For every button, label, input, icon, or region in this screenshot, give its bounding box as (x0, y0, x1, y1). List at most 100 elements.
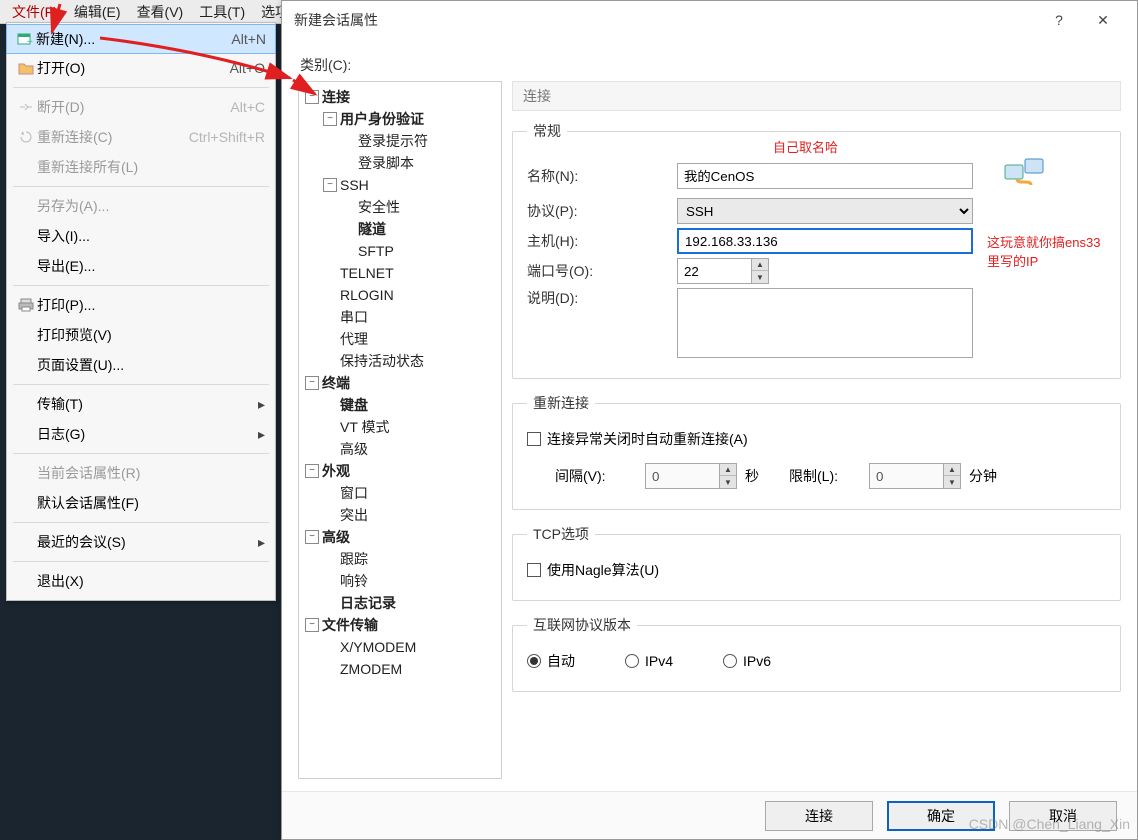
menu-item-label: 重新连接(C) (37, 127, 189, 147)
name-input[interactable] (677, 163, 973, 189)
menu-item-label: 打开(O) (37, 58, 230, 78)
tree-node-appearance[interactable]: 外观 (322, 461, 350, 481)
tree-node-security[interactable]: 安全性 (358, 197, 400, 217)
stepper-down-icon: ▼ (720, 476, 736, 488)
stepper-up-icon: ▲ (720, 464, 736, 476)
tree-node-trace[interactable]: 跟踪 (340, 549, 368, 569)
menu-item-shortcut: Alt+O (230, 60, 265, 76)
port-input[interactable] (677, 258, 751, 284)
annotation-host: 这玩意就你搞ens33里写的IP (987, 232, 1106, 270)
tree-node-login-prompt[interactable]: 登录提示符 (358, 131, 428, 151)
menu-item-transfer[interactable]: 传输(T)▸ (7, 389, 275, 419)
tree-collapse-icon[interactable]: − (305, 530, 319, 544)
proto-select[interactable]: SSH (677, 198, 973, 224)
submenu-arrow-icon: ▸ (255, 534, 265, 551)
auto-reconnect-checkbox[interactable]: 连接异常关闭时自动重新连接(A) (527, 429, 748, 449)
tree-node-login-script[interactable]: 登录脚本 (358, 153, 414, 173)
tree-node-bell[interactable]: 响铃 (340, 571, 368, 591)
new-session-dialog: 新建会话属性 ? ✕ 类别(C): −连接 −用户身份验证 登录提示符 登录脚本 (281, 0, 1138, 840)
menu-item-print-preview[interactable]: 打印预览(V) (7, 320, 275, 350)
checkbox-label: 使用Nagle算法(U) (547, 560, 659, 580)
tree-node-window[interactable]: 窗口 (340, 483, 368, 503)
menu-item-recent-sessions[interactable]: 最近的会议(S)▸ (7, 527, 275, 557)
radio-ipv6[interactable]: IPv6 (723, 653, 771, 669)
tree-node-advanced-t[interactable]: 高级 (340, 439, 368, 459)
port-stepper[interactable]: ▲▼ (677, 258, 769, 284)
menu-item-exit[interactable]: 退出(X) (7, 566, 275, 596)
category-tree[interactable]: −连接 −用户身份验证 登录提示符 登录脚本 −SSH 安全性 (298, 81, 502, 779)
desc-textarea[interactable] (677, 288, 973, 358)
annotation-name: 自己取名哈 (773, 137, 838, 156)
dialog-close-button[interactable]: ✕ (1081, 5, 1125, 35)
menu-item-page-setup[interactable]: 页面设置(U)... (7, 350, 275, 380)
group-legend: TCP选项 (527, 524, 595, 544)
menu-item-shortcut: Ctrl+Shift+R (189, 129, 265, 145)
radio-ipv4[interactable]: IPv4 (625, 653, 673, 669)
panel-heading: 连接 (512, 81, 1121, 111)
tree-collapse-icon[interactable]: − (323, 112, 337, 126)
menu-tools[interactable]: 工具(T) (191, 0, 253, 24)
limit-input (869, 463, 943, 489)
tree-node-rlogin[interactable]: RLOGIN (340, 287, 394, 303)
menu-item-print[interactable]: 打印(P)... (7, 290, 275, 320)
tree-node-zmodem[interactable]: ZMODEM (340, 661, 402, 677)
menu-item-new[interactable]: + 新建(N)... Alt+N (6, 24, 276, 54)
menu-item-log[interactable]: 日志(G)▸ (7, 419, 275, 449)
tree-node-keepalive[interactable]: 保持活动状态 (340, 351, 424, 371)
menu-view[interactable]: 查看(V) (129, 0, 192, 24)
checkbox-icon (527, 563, 541, 577)
radio-icon (527, 654, 541, 668)
tree-collapse-icon[interactable]: − (305, 618, 319, 632)
menu-item-disconnect: 断开(D) Alt+C (7, 92, 275, 122)
port-label: 端口号(O): (527, 261, 677, 281)
menu-item-shortcut: Alt+N (231, 31, 266, 47)
tree-collapse-icon[interactable]: − (305, 464, 319, 478)
radio-auto[interactable]: 自动 (527, 651, 575, 671)
tree-collapse-icon[interactable]: − (305, 376, 319, 390)
limit-label: 限制(L): (789, 466, 869, 486)
file-menu: + 新建(N)... Alt+N 打开(O) Alt+O 断开(D) Alt+C… (6, 22, 276, 601)
tree-node-xymodem[interactable]: X/YMODEM (340, 639, 416, 655)
connect-button[interactable]: 连接 (765, 801, 873, 831)
svg-text:+: + (27, 37, 33, 47)
menu-item-import[interactable]: 导入(I)... (7, 221, 275, 251)
interval-label: 间隔(V): (555, 466, 645, 486)
menu-edit[interactable]: 编辑(E) (66, 0, 129, 24)
dialog-help-button[interactable]: ? (1037, 5, 1081, 35)
tree-node-telnet[interactable]: TELNET (340, 265, 394, 281)
tree-node-userauth[interactable]: 用户身份验证 (340, 109, 424, 129)
tree-node-highlight[interactable]: 突出 (340, 505, 368, 525)
category-label: 类别(C): (300, 55, 1121, 75)
tree-node-keyboard[interactable]: 键盘 (340, 395, 368, 415)
host-input[interactable] (677, 228, 973, 254)
tree-node-terminal[interactable]: 终端 (322, 373, 350, 393)
nagle-checkbox[interactable]: 使用Nagle算法(U) (527, 560, 659, 580)
menu-file[interactable]: 文件(F) (4, 0, 66, 24)
tree-node-tunnel[interactable]: 隧道 (358, 219, 386, 239)
menu-item-open[interactable]: 打开(O) Alt+O (7, 53, 275, 83)
tree-collapse-icon[interactable]: − (323, 178, 337, 192)
dialog-title: 新建会话属性 (294, 10, 1037, 30)
group-ipversion: 互联网协议版本 自动 IPv4 IPv6 (512, 615, 1121, 692)
tree-node-ssh[interactable]: SSH (340, 177, 369, 193)
tree-node-connection[interactable]: 连接 (322, 87, 350, 107)
menu-item-export[interactable]: 导出(E)... (7, 251, 275, 281)
group-legend: 互联网协议版本 (527, 615, 637, 635)
menu-item-reconnect-all: 重新连接所有(L) (7, 152, 275, 182)
tree-node-file-transfer[interactable]: 文件传输 (322, 615, 378, 635)
group-tcp: TCP选项 使用Nagle算法(U) (512, 524, 1121, 601)
tree-node-vt[interactable]: VT 模式 (340, 417, 390, 437)
tree-collapse-icon[interactable]: − (305, 90, 319, 104)
tree-node-advanced[interactable]: 高级 (322, 527, 350, 547)
tree-node-proxy[interactable]: 代理 (340, 329, 368, 349)
dialog-title-bar: 新建会话属性 ? ✕ (282, 1, 1137, 39)
limit-stepper: ▲▼ (869, 463, 961, 489)
stepper-up-icon[interactable]: ▲ (752, 259, 768, 271)
tree-node-logging[interactable]: 日志记录 (340, 593, 396, 613)
host-label: 主机(H): (527, 231, 677, 251)
tree-node-sftp[interactable]: SFTP (358, 243, 394, 259)
menu-item-label: 新建(N)... (36, 29, 231, 49)
stepper-down-icon[interactable]: ▼ (752, 271, 768, 283)
tree-node-serial[interactable]: 串口 (340, 307, 368, 327)
menu-item-default-session[interactable]: 默认会话属性(F) (7, 488, 275, 518)
